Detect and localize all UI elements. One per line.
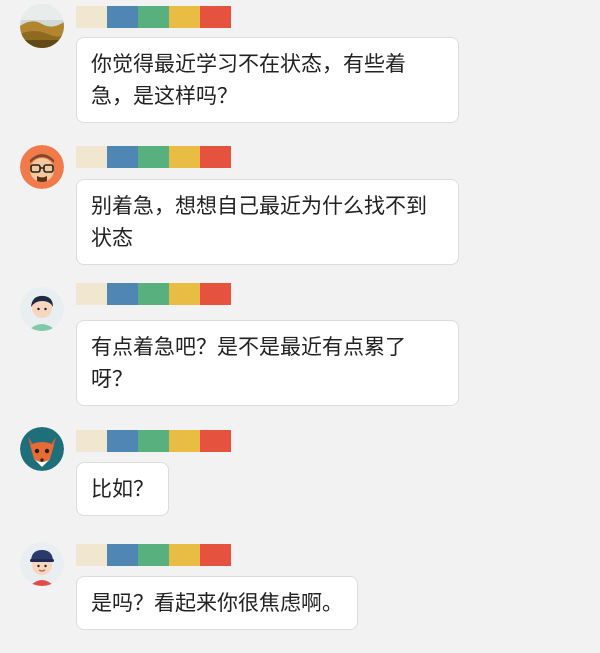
sender-name-bar — [76, 544, 231, 566]
message-text: 有点着急吧？是不是最近有点累了呀？ — [91, 335, 406, 391]
sender-name-bar — [76, 6, 231, 28]
color-swatch — [200, 6, 231, 28]
color-swatch — [200, 544, 231, 566]
color-swatch — [107, 430, 138, 452]
message-text: 你觉得最近学习不在状态，有些着急，是这样吗？ — [91, 52, 406, 108]
message-text: 比如？ — [91, 477, 154, 501]
message-bubble[interactable]: 别着急，想想自己最近为什么找不到状态 — [76, 179, 459, 265]
color-swatch — [169, 430, 200, 452]
color-swatch — [138, 6, 169, 28]
fox-avatar-icon[interactable] — [20, 427, 64, 471]
color-swatch — [76, 146, 107, 168]
color-swatch — [76, 283, 107, 305]
color-swatch — [76, 430, 107, 452]
glasses-man-avatar-icon[interactable] — [20, 145, 64, 189]
message-bubble[interactable]: 你觉得最近学习不在状态，有些着急，是这样吗？ — [76, 37, 459, 123]
message-text: 别着急，想想自己最近为什么找不到状态 — [91, 194, 427, 250]
color-swatch — [107, 146, 138, 168]
color-swatch — [138, 146, 169, 168]
message-text: 是吗？看起来你很焦虑啊。 — [91, 591, 343, 615]
color-swatch — [169, 146, 200, 168]
color-swatch — [76, 6, 107, 28]
message-bubble[interactable]: 有点着急吧？是不是最近有点累了呀？ — [76, 320, 459, 406]
color-swatch — [200, 283, 231, 305]
color-swatch — [107, 544, 138, 566]
boy-avatar-icon[interactable] — [20, 287, 64, 331]
color-swatch — [169, 283, 200, 305]
hat-boy-avatar-icon[interactable] — [20, 542, 64, 586]
sender-name-bar — [76, 146, 231, 168]
color-swatch — [138, 430, 169, 452]
color-swatch — [107, 283, 138, 305]
color-swatch — [138, 283, 169, 305]
message-bubble[interactable]: 是吗？看起来你很焦虑啊。 — [76, 576, 358, 630]
message-bubble[interactable]: 比如？ — [76, 462, 169, 516]
color-swatch — [200, 146, 231, 168]
color-swatch — [169, 6, 200, 28]
color-swatch — [76, 544, 107, 566]
color-swatch — [200, 430, 231, 452]
sender-name-bar — [76, 283, 231, 305]
sender-name-bar — [76, 430, 231, 452]
color-swatch — [169, 544, 200, 566]
color-swatch — [107, 6, 138, 28]
landscape-avatar-icon[interactable] — [20, 4, 64, 48]
color-swatch — [138, 544, 169, 566]
